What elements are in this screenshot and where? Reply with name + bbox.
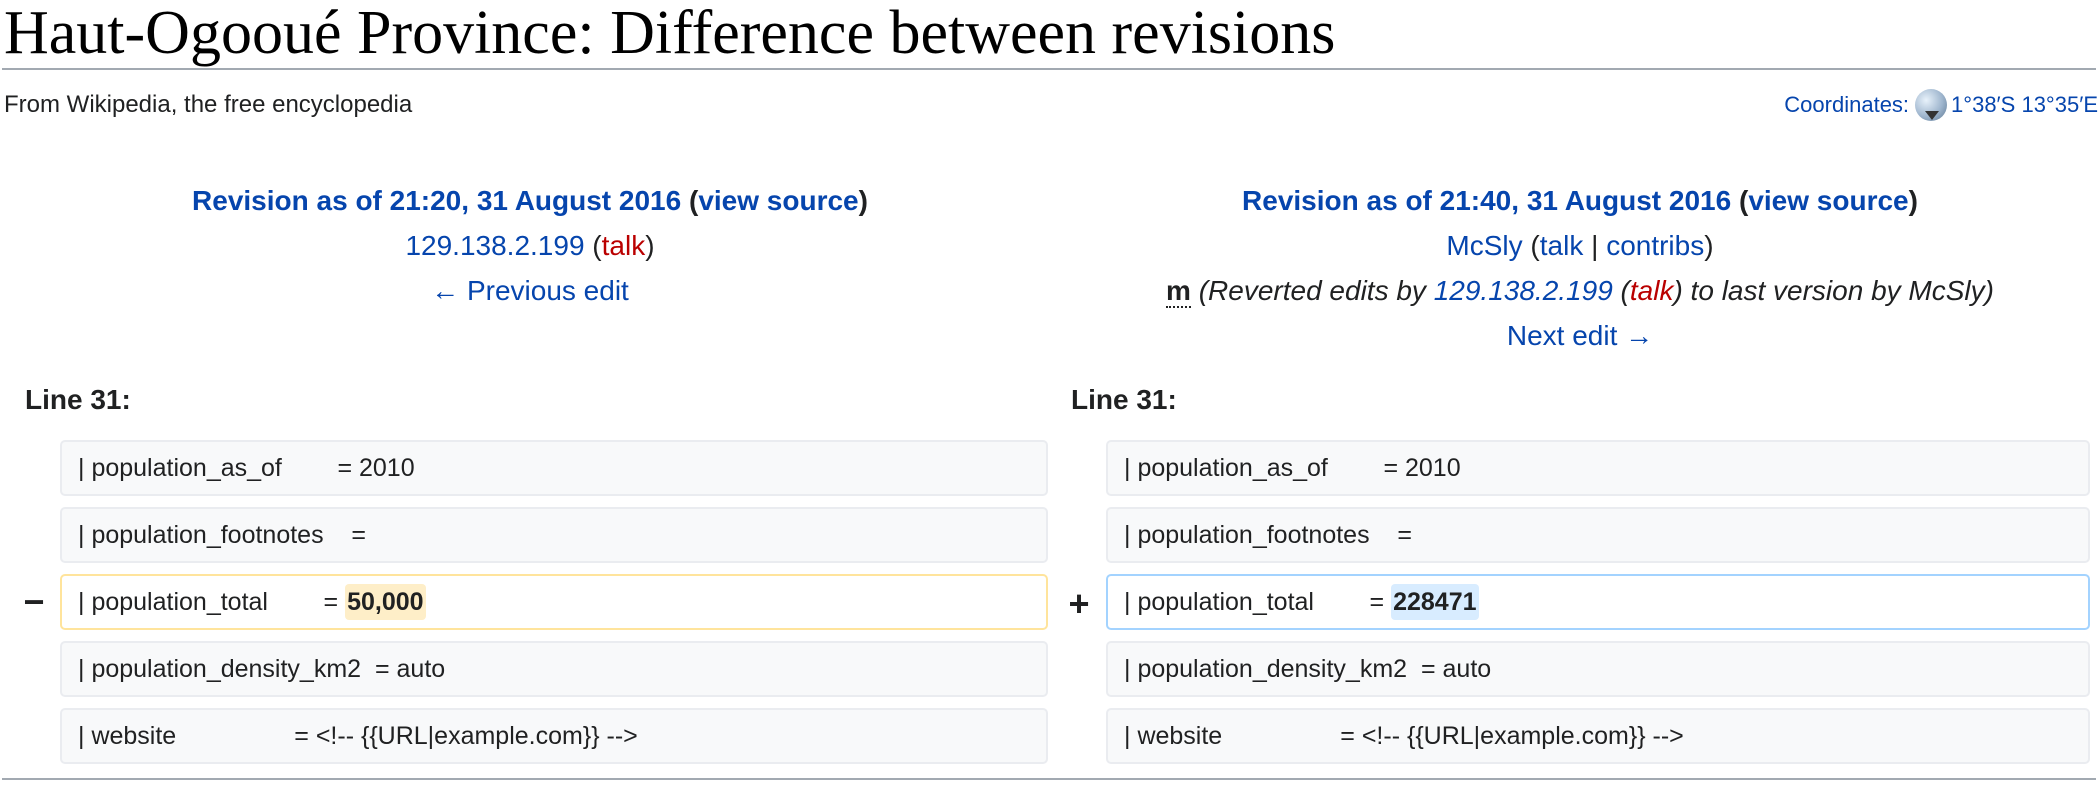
added-line-marker: +	[1068, 583, 1090, 624]
diff-context-left: | population_density_km2 = auto	[60, 641, 1048, 697]
deleted-text: 50,000	[345, 584, 426, 620]
next-edit-link[interactable]: Next edit →	[1507, 320, 1653, 351]
old-revision-title: Revision as of 21:20, 31 August 2016 (vi…	[192, 185, 868, 216]
diff-context-right: | website = <!-- {{URL|example.com}} -->	[1106, 708, 2090, 764]
minor-edit-marker: m	[1166, 275, 1191, 308]
globe-icon[interactable]	[1915, 89, 1948, 121]
previous-edit-link[interactable]: ← Previous edit	[431, 275, 629, 306]
new-revision-title: Revision as of 21:40, 31 August 2016 (vi…	[1242, 185, 1918, 216]
site-tagline: From Wikipedia, the free encyclopedia	[4, 91, 413, 118]
new-user-talk-link[interactable]: talk	[1540, 230, 1584, 261]
deleted-line-marker: −	[23, 581, 45, 622]
new-user-contribs-link[interactable]: contribs	[1606, 230, 1704, 261]
new-revision-user: McSly (talk | contribs)	[1446, 230, 1714, 261]
diff-context-left: | website = <!-- {{URL|example.com}} -->	[60, 708, 1048, 764]
old-revision-header: Revision as of 21:20, 31 August 2016 (vi…	[0, 178, 1060, 313]
coordinates: Coordinates: 1°38′S 13°35′E	[1784, 89, 2098, 121]
old-line-number: Line 31:	[25, 384, 131, 415]
diff-context-left: | population_footnotes =	[60, 507, 1048, 563]
old-revision-user: 129.138.2.199 (talk)	[405, 230, 655, 261]
diff-context-left: | population_as_of = 2010	[60, 440, 1048, 496]
old-revision-link[interactable]: Revision as of 21:20, 31 August 2016	[192, 185, 681, 216]
page-title: Haut-Ogooué Province: Difference between…	[4, 0, 1336, 67]
title-divider	[2, 68, 2096, 70]
summary-talk-link[interactable]: talk	[1630, 275, 1674, 306]
new-revision-link[interactable]: Revision as of 21:40, 31 August 2016	[1242, 185, 1731, 216]
summary-user-link[interactable]: 129.138.2.199	[1434, 275, 1613, 306]
coordinates-link[interactable]: 1°38′S 13°35′E	[1951, 92, 2098, 117]
new-user-link[interactable]: McSly	[1446, 230, 1522, 261]
diff-context-right: | population_as_of = 2010	[1106, 440, 2090, 496]
bottom-divider	[2, 778, 2096, 780]
edit-summary: m (Reverted edits by 129.138.2.199 (talk…	[1166, 275, 1994, 308]
diff-context-right: | population_footnotes =	[1106, 507, 2090, 563]
old-user-talk-link[interactable]: talk	[602, 230, 646, 261]
old-view-source-link[interactable]: view source	[698, 185, 858, 216]
new-line-number: Line 31:	[1071, 384, 1177, 415]
diff-deleted-line: | population_total = 50,000	[60, 574, 1048, 630]
coordinates-label: Coordinates:	[1784, 92, 1910, 117]
new-revision-header: Revision as of 21:40, 31 August 2016 (vi…	[1060, 178, 2100, 358]
diff-added-line: | population_total = 228471	[1106, 574, 2090, 630]
old-user-link[interactable]: 129.138.2.199	[405, 230, 584, 261]
added-text: 228471	[1391, 584, 1479, 620]
new-view-source-link[interactable]: view source	[1748, 185, 1908, 216]
diff-context-right: | population_density_km2 = auto	[1106, 641, 2090, 697]
